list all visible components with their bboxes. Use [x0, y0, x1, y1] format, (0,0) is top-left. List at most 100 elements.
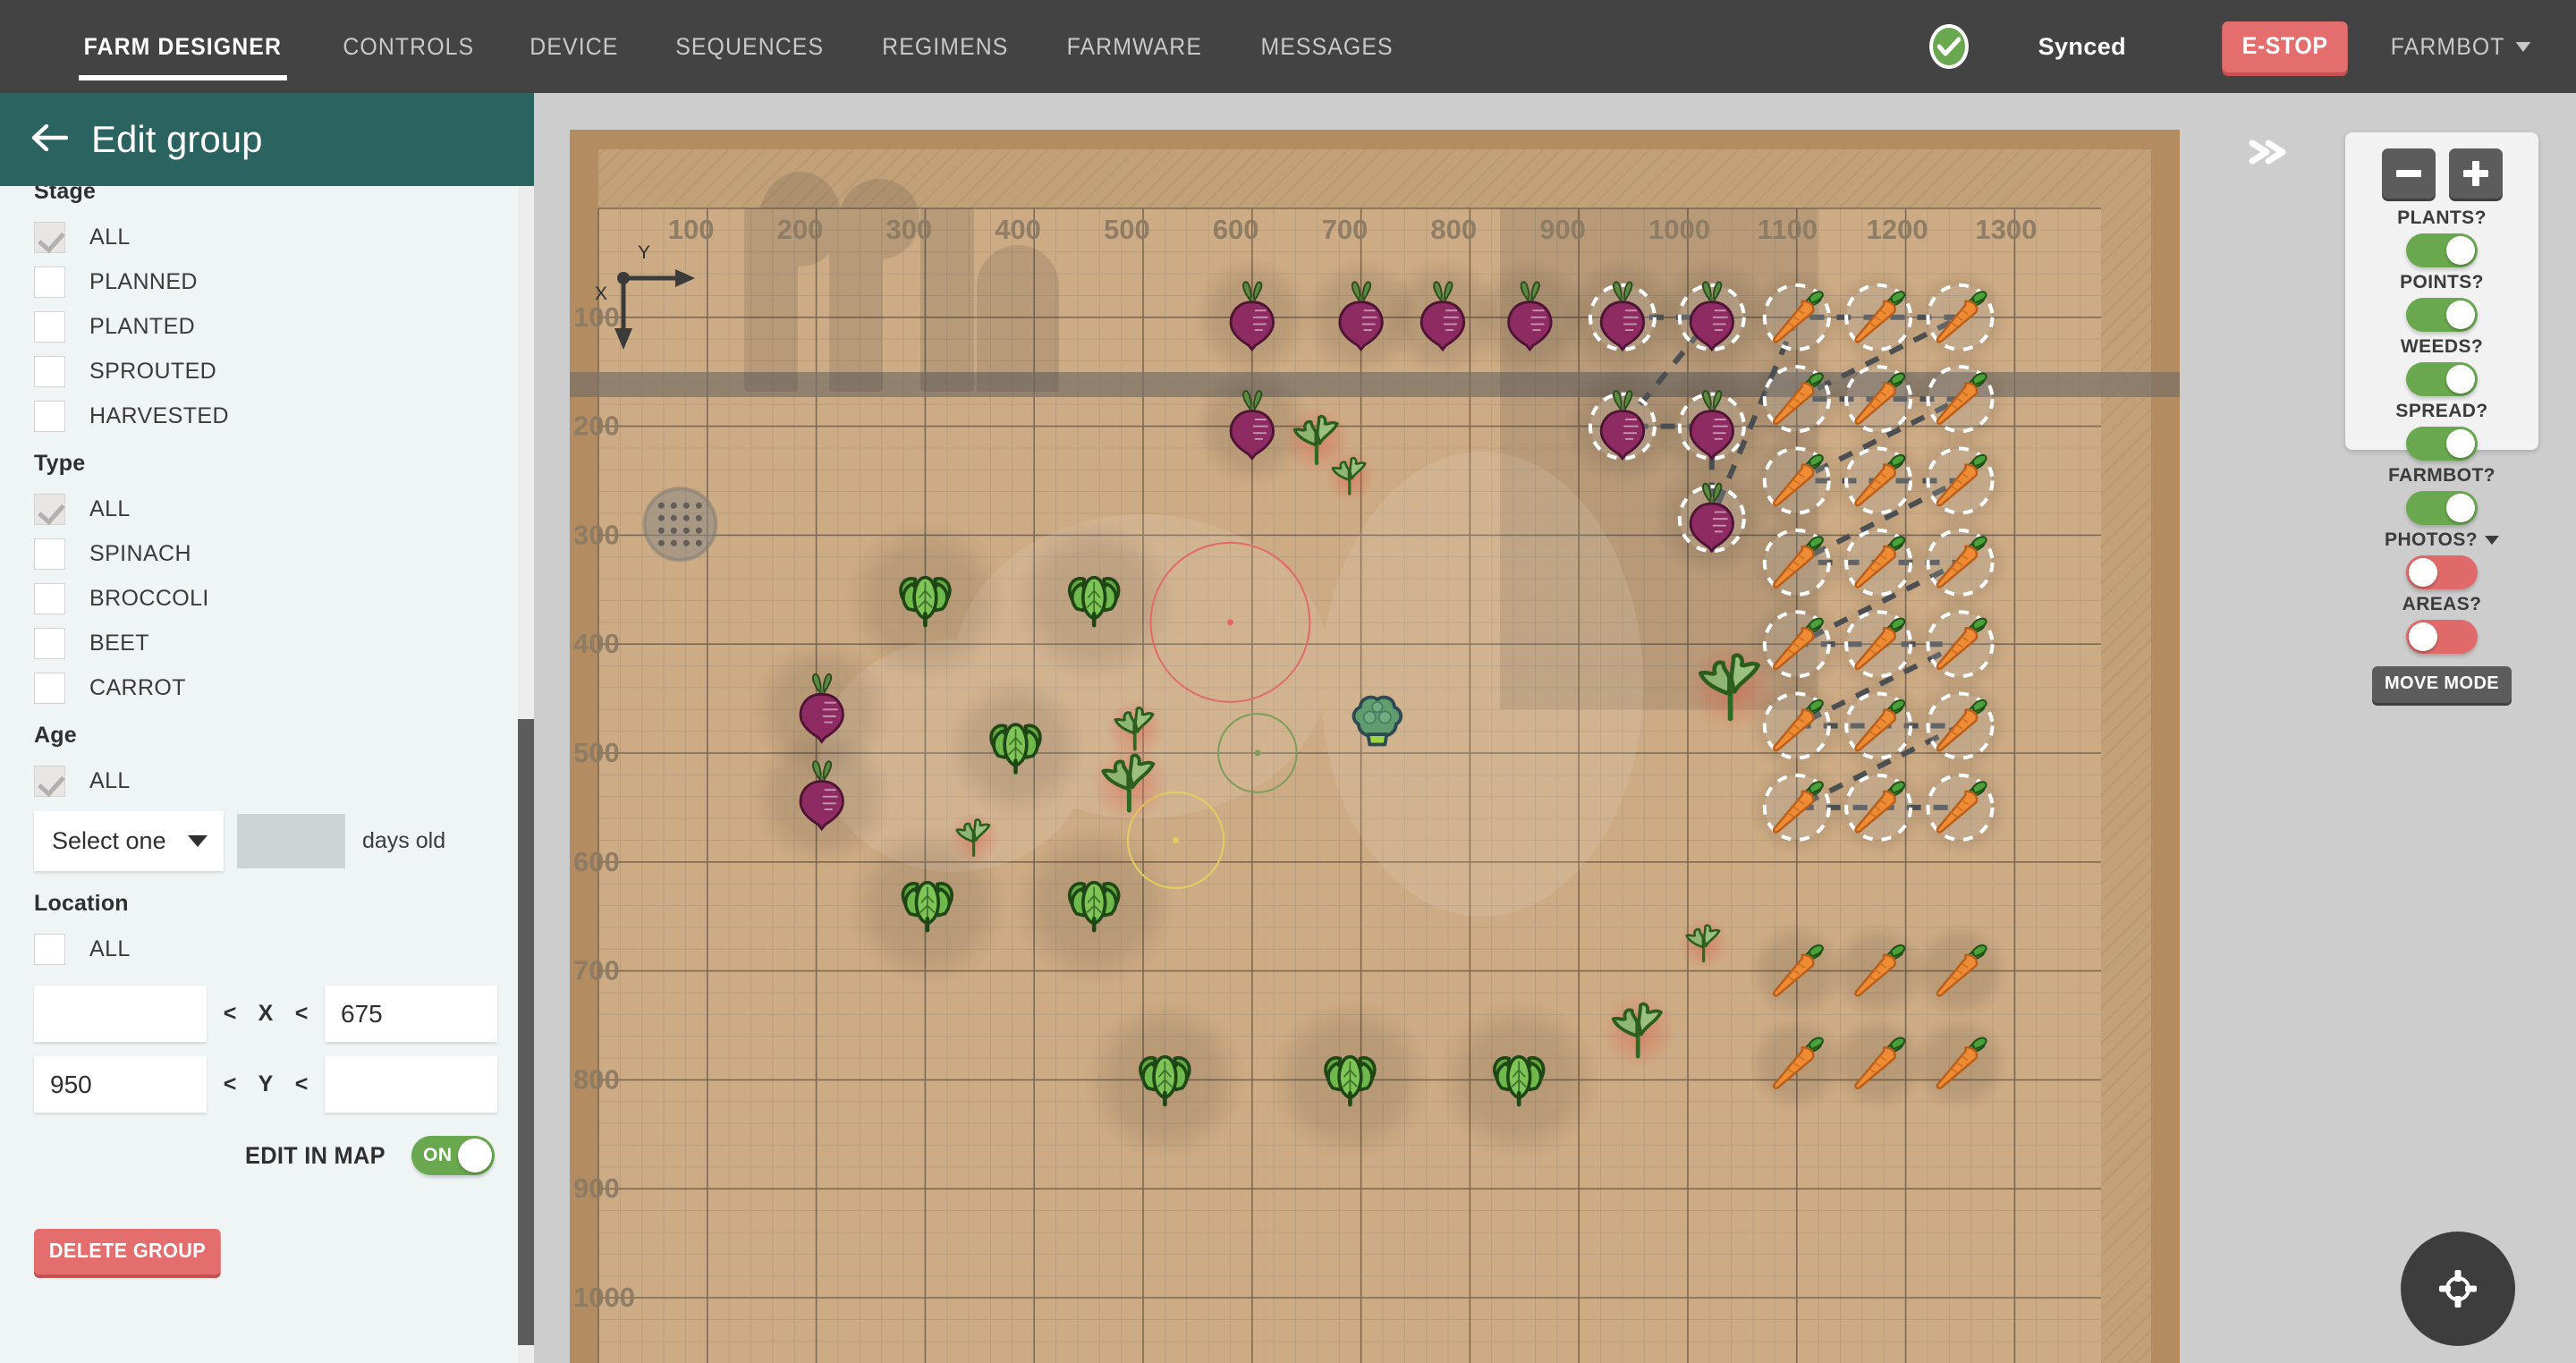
y-tick-label: 1000 — [573, 1282, 635, 1313]
x-tick-label: 1300 — [1975, 214, 2037, 245]
age-days-input[interactable] — [237, 814, 345, 868]
nav-tab-messages[interactable]: MESSAGES — [1239, 0, 1414, 93]
toggle-knob — [458, 1139, 492, 1173]
stage-option-planted[interactable]: PLANTED — [34, 304, 500, 349]
account-dropdown[interactable]: FARMBOT — [2391, 33, 2530, 61]
chevron-down-icon[interactable] — [2485, 536, 2499, 545]
x-tick-label: 200 — [777, 214, 824, 245]
nav-tab-regimens[interactable]: REGIMENS — [861, 0, 1030, 93]
checkbox[interactable] — [34, 401, 65, 432]
edit-in-map-label: EDIT IN MAP — [245, 1142, 386, 1170]
checkbox[interactable] — [34, 673, 65, 704]
page-title: Edit group — [91, 118, 262, 161]
layer-toggle-points[interactable] — [2406, 298, 2478, 332]
age-select-value: Select one — [52, 827, 166, 855]
x-max-input[interactable] — [325, 986, 497, 1042]
layer-toggle-weeds[interactable] — [2406, 362, 2478, 396]
type-option-beet[interactable]: BEET — [34, 621, 500, 665]
nav-tab-label: MESSAGES — [1260, 33, 1393, 60]
type-option-broccoli[interactable]: BROCCOLI — [34, 576, 500, 621]
section-heading-type: Type — [34, 451, 500, 477]
crosshair-icon[interactable] — [2401, 1232, 2515, 1346]
checkbox[interactable] — [34, 628, 65, 659]
less-than-symbol: < — [278, 1071, 325, 1097]
toggle-knob — [2409, 622, 2437, 651]
panel-header: Edit group — [0, 93, 534, 186]
zoom-out-button[interactable] — [2382, 148, 2436, 199]
checkbox-label: HARVESTED — [89, 403, 229, 429]
toggle-knob — [2409, 558, 2437, 587]
sync-status-label: Synced — [2038, 33, 2126, 61]
y-tick-label: 500 — [573, 737, 620, 768]
double-chevron-right-icon[interactable] — [2247, 134, 2297, 174]
checkbox-label: ALL — [89, 496, 131, 522]
checkbox[interactable] — [34, 222, 65, 253]
zoom-in-button[interactable] — [2449, 148, 2503, 199]
age-filter-row: Select one days old — [34, 811, 500, 871]
y-tick-label: 100 — [573, 301, 620, 333]
back-arrow-icon[interactable] — [30, 124, 68, 156]
nav-tab-farm-designer[interactable]: FARM DESIGNER — [63, 0, 303, 93]
y-tick-label: 900 — [573, 1173, 620, 1204]
checkbox[interactable] — [34, 356, 65, 387]
nav-tab-controls[interactable]: CONTROLS — [321, 0, 496, 93]
y-tick-label: 400 — [573, 628, 620, 659]
tools-layer — [644, 488, 716, 560]
panel-scrollbar[interactable] — [518, 93, 534, 1363]
nav-tab-farmware[interactable]: FARMWARE — [1046, 0, 1224, 93]
x-tick-label: 300 — [886, 214, 932, 245]
layer-toggle-areas[interactable] — [2406, 620, 2478, 654]
location-option-all[interactable]: ALL — [34, 927, 500, 971]
nav-tab-sequences[interactable]: SEQUENCES — [654, 0, 845, 93]
layer-toggle-farmbot[interactable] — [2406, 491, 2478, 525]
checkbox-label: PLANNED — [89, 269, 198, 295]
type-option-spinach[interactable]: SPINACH — [34, 531, 500, 576]
y-axis-label: Y — [253, 1071, 278, 1097]
stage-option-harvested[interactable]: HARVESTED — [34, 394, 500, 438]
checkbox-label: PLANTED — [89, 314, 195, 340]
type-option-all[interactable]: ALL — [34, 487, 500, 531]
nav-tabs: FARM DESIGNER CONTROLS DEVICE SEQUENCES … — [0, 0, 1422, 93]
layer-label-farmbot: FARMBOT? — [2345, 465, 2538, 487]
checkbox-label: SPINACH — [89, 541, 191, 567]
checkbox[interactable] — [34, 766, 65, 797]
layer-toggle-spread[interactable] — [2406, 427, 2478, 461]
layer-label-photos[interactable]: PHOTOS? — [2345, 529, 2538, 551]
scrollbar-thumb[interactable] — [518, 719, 534, 1345]
move-mode-button[interactable]: MOVE MODE — [2372, 666, 2512, 703]
stage-option-planned[interactable]: PLANNED — [34, 259, 500, 304]
farm-map[interactable]: Y X 100200300400500600700800900100011001… — [570, 130, 2180, 1363]
checkbox[interactable] — [34, 311, 65, 343]
y-tick-label: 200 — [573, 411, 620, 442]
layer-toggle-plants[interactable] — [2406, 233, 2478, 267]
nav-tab-device[interactable]: DEVICE — [509, 0, 640, 93]
section-heading-age: Age — [34, 723, 500, 749]
y-max-input[interactable] — [325, 1056, 497, 1113]
edit-in-map-toggle[interactable]: ON — [411, 1136, 495, 1175]
age-operator-select[interactable]: Select one — [34, 811, 224, 871]
estop-button[interactable]: E-STOP — [2222, 21, 2347, 72]
checkbox-label: ALL — [89, 224, 131, 250]
checkbox[interactable] — [34, 934, 65, 965]
x-tick-label: 1200 — [1867, 214, 1928, 245]
checkbox[interactable] — [34, 583, 65, 614]
minus-icon — [2396, 170, 2421, 177]
y-tick-label: 300 — [573, 519, 620, 550]
nav-tab-label: FARM DESIGNER — [84, 33, 282, 60]
checkbox[interactable] — [34, 267, 65, 298]
type-option-carrot[interactable]: CARROT — [34, 665, 500, 710]
section-heading-location: Location — [34, 891, 500, 917]
delete-group-button[interactable]: DELETE GROUP — [34, 1229, 221, 1274]
less-than-symbol: < — [278, 1001, 325, 1027]
x-tick-label: 800 — [1430, 214, 1477, 245]
checkbox[interactable] — [34, 538, 65, 570]
x-min-input[interactable] — [34, 986, 207, 1042]
layer-toggle-photos[interactable] — [2406, 555, 2478, 589]
checkbox[interactable] — [34, 494, 65, 525]
y-min-input[interactable] — [34, 1056, 207, 1113]
less-than-symbol: < — [207, 1001, 253, 1027]
stage-option-sprouted[interactable]: SPROUTED — [34, 349, 500, 394]
age-option-all[interactable]: ALL — [34, 758, 500, 803]
stage-option-all[interactable]: ALL — [34, 215, 500, 259]
checkbox-label: ALL — [89, 936, 131, 962]
